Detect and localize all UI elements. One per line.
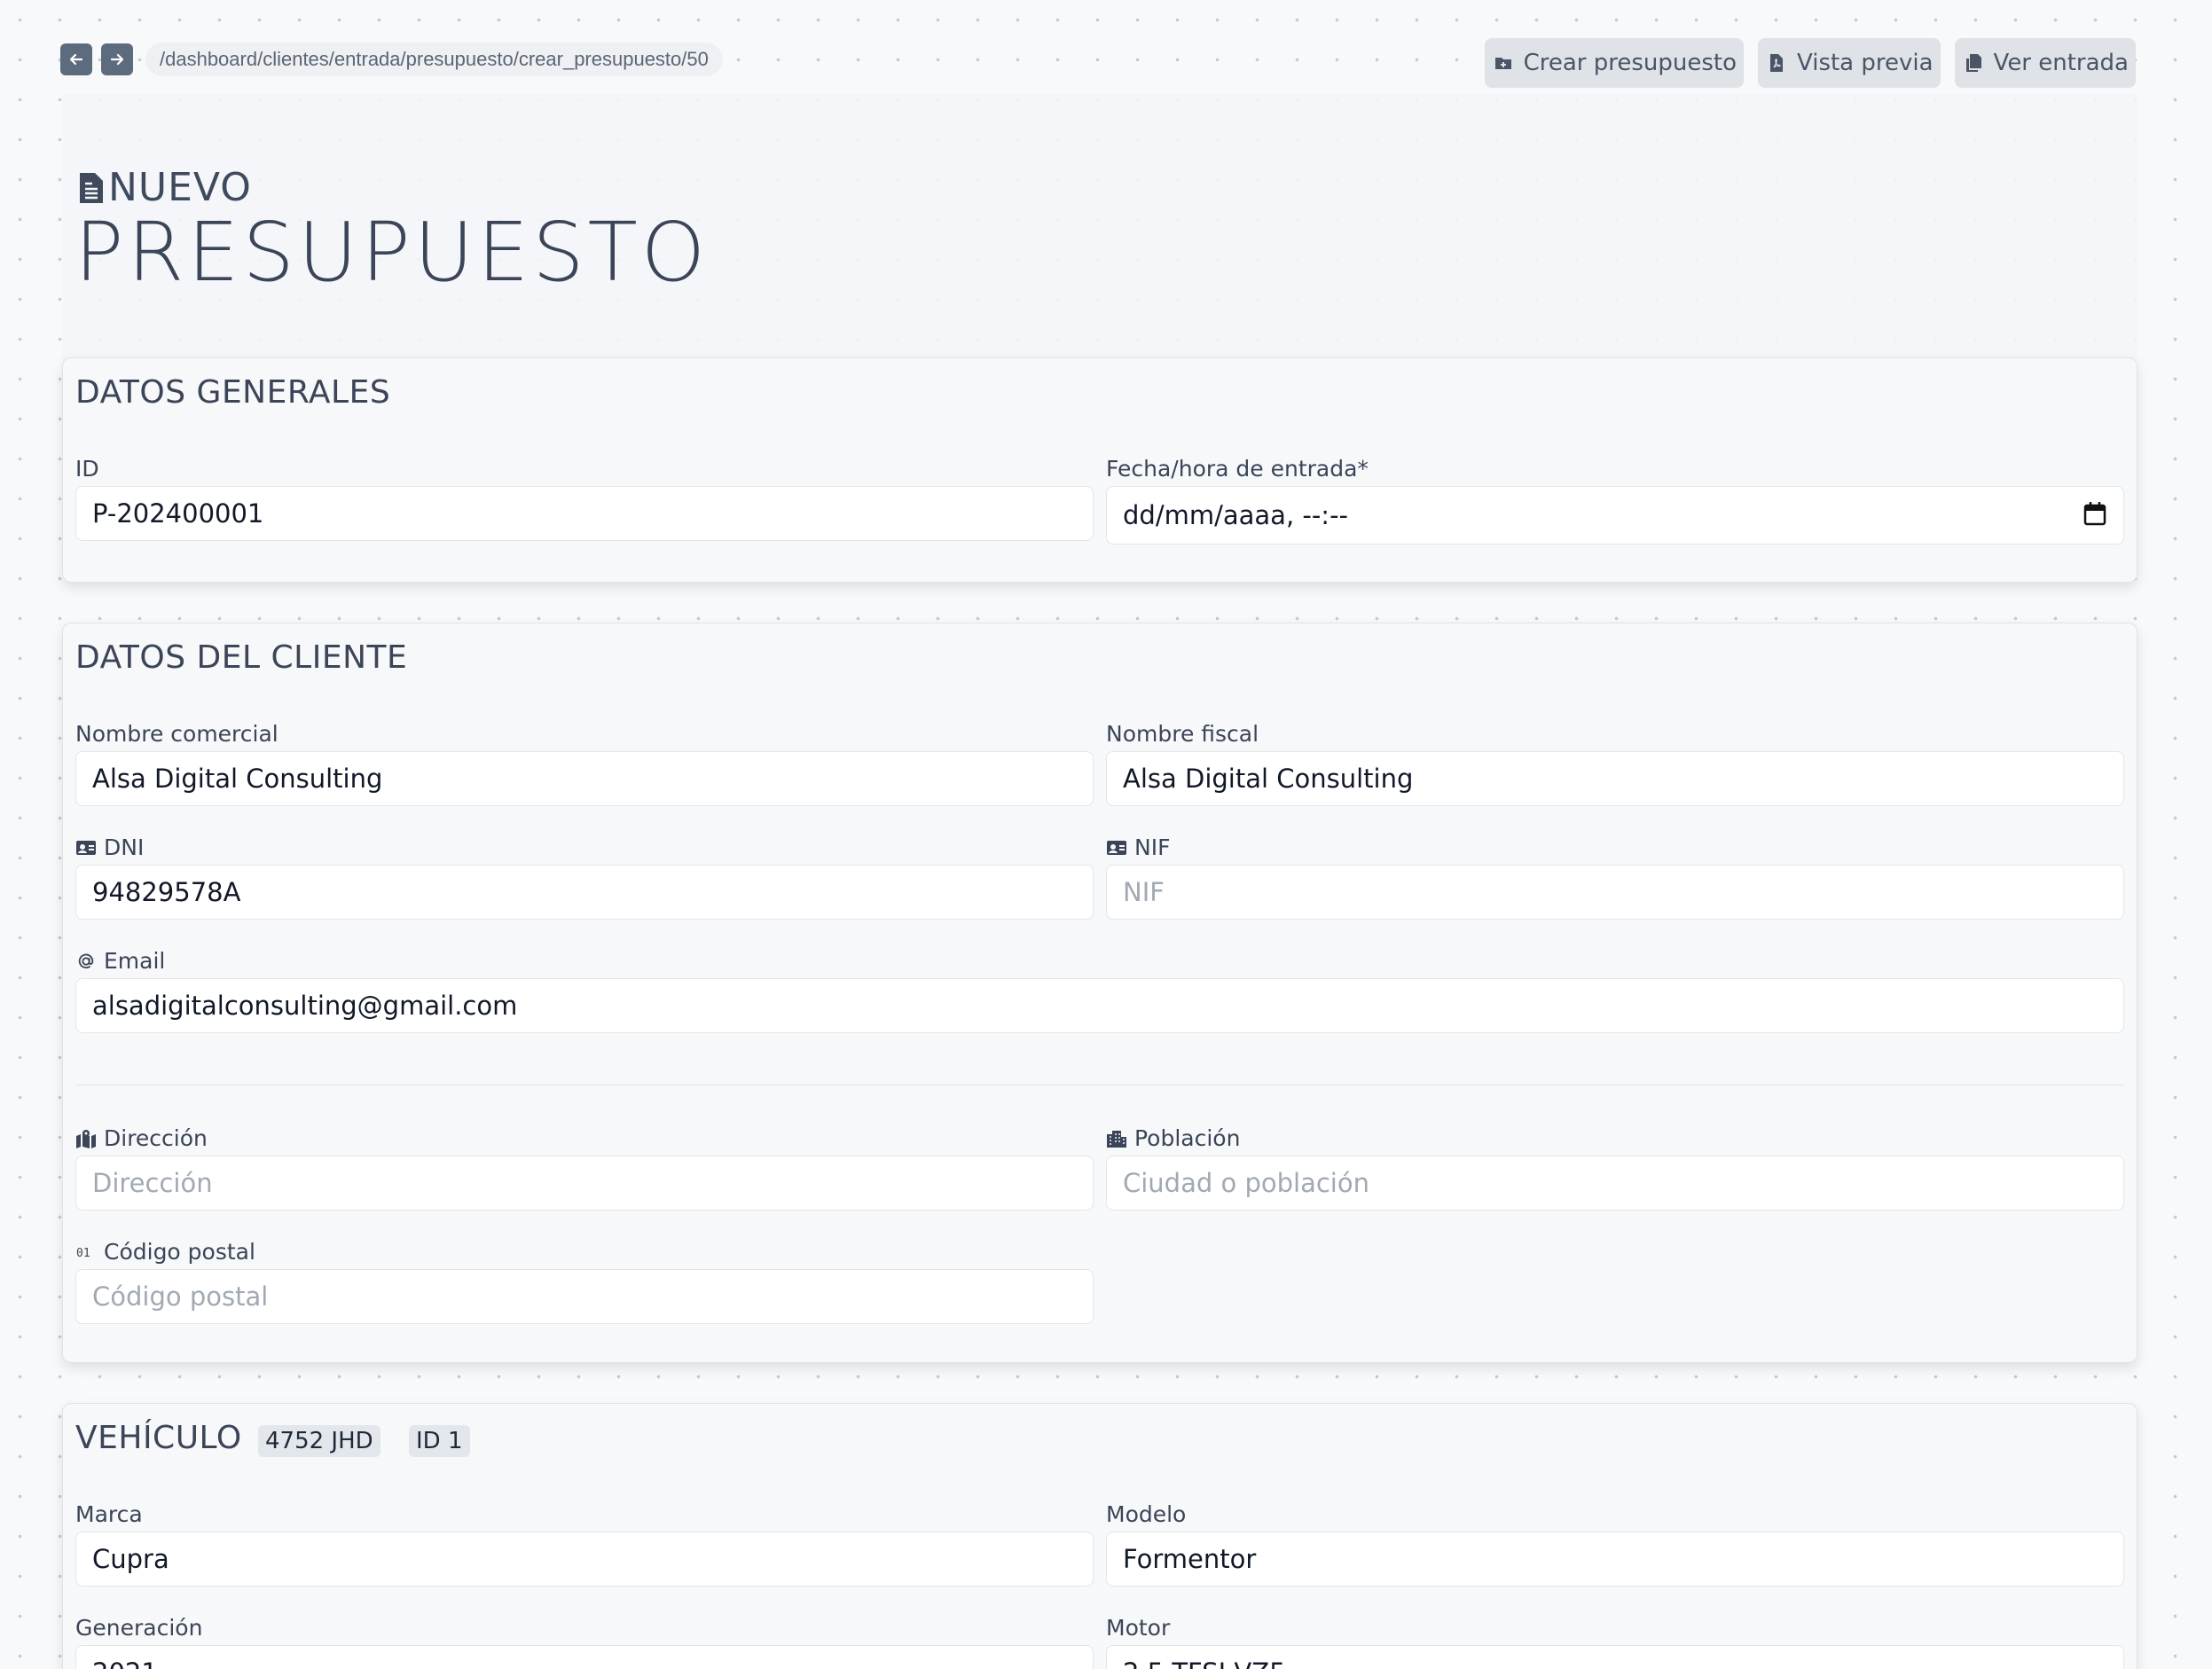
vehicle-card: VEHÍCULO 4752 JHD ID 1 Marca Modelo Gene…: [62, 1403, 2137, 1669]
vehicle-id-badge: ID 1: [409, 1425, 470, 1457]
generation-field[interactable]: [75, 1645, 1094, 1669]
fiscal-name-label: Nombre fiscal: [1106, 721, 1259, 747]
create-budget-label: Crear presupuesto: [1523, 50, 1737, 76]
entry-date-wrapper: [1106, 486, 2124, 545]
city-label: Población: [1106, 1125, 1240, 1151]
entry-date-label: Fecha/hora de entrada*: [1106, 456, 1369, 482]
top-bar: /dashboard/clientes/entrada/presupuesto/…: [60, 38, 2136, 94]
dni-label: DNI: [75, 834, 144, 860]
id-card-icon: [76, 840, 96, 855]
back-button[interactable]: [60, 43, 92, 75]
postal-code-label-text: Código postal: [104, 1239, 255, 1265]
view-entry-button[interactable]: Ver entrada: [1954, 38, 2136, 88]
commercial-name-label: Nombre comercial: [75, 721, 278, 747]
nif-label: NIF: [1106, 834, 1170, 860]
create-budget-button[interactable]: Crear presupuesto: [1484, 38, 1744, 88]
id-field[interactable]: [75, 486, 1094, 541]
brand-field[interactable]: [75, 1532, 1094, 1587]
brand-label: Marca: [75, 1501, 143, 1527]
calendar-icon[interactable]: [2083, 501, 2106, 526]
commercial-name-field[interactable]: [75, 751, 1094, 806]
model-label: Modelo: [1106, 1501, 1187, 1527]
email-field[interactable]: [75, 978, 2124, 1033]
folder-plus-icon: [1494, 58, 1511, 69]
dni-field[interactable]: [75, 865, 1094, 920]
entry-date-field[interactable]: [1106, 486, 2124, 545]
postal-code-label: 01 Código postal: [75, 1239, 255, 1265]
view-entry-label: Ver entrada: [1993, 50, 2129, 76]
email-label-text: Email: [104, 948, 166, 974]
nif-label-text: NIF: [1134, 834, 1171, 860]
preview-button[interactable]: Vista previa: [1758, 38, 1941, 88]
client-data-card: DATOS DEL CLIENTE Nombre comercial Nombr…: [62, 623, 2137, 1363]
engine-field[interactable]: [1106, 1645, 2124, 1669]
map-location-icon: [76, 1129, 96, 1148]
city-label-text: Población: [1134, 1125, 1241, 1151]
address-label: Dirección: [75, 1125, 208, 1151]
id-card-icon: [1107, 840, 1126, 855]
at-icon: [78, 953, 94, 968]
address-field[interactable]: [75, 1156, 1094, 1211]
nif-field[interactable]: [1106, 865, 2124, 920]
general-data-card: DATOS GENERALES ID Fecha/hora de entrada…: [62, 357, 2137, 583]
plate-badge: 4752 JHD: [258, 1425, 380, 1457]
email-label: Email: [75, 948, 165, 974]
general-data-title: DATOS GENERALES: [75, 374, 391, 411]
city-field[interactable]: [1106, 1156, 2124, 1211]
generation-label: Generación: [75, 1615, 203, 1641]
forward-button[interactable]: [101, 43, 133, 75]
model-field[interactable]: [1106, 1532, 2124, 1587]
postal-code-field[interactable]: [75, 1269, 1094, 1324]
action-buttons: Crear presupuesto Vista previa Ver entra…: [1484, 38, 2136, 88]
svg-text:01: 01: [76, 1247, 90, 1260]
file-text-icon: [80, 172, 103, 203]
url-breadcrumb: /dashboard/clientes/entrada/presupuesto/…: [145, 43, 723, 76]
preview-label: Vista previa: [1797, 50, 1934, 76]
arrow-left-icon: [69, 53, 83, 66]
copy-icon: [1965, 54, 1981, 72]
file-pdf-icon: [1770, 54, 1783, 72]
address-label-text: Dirección: [104, 1125, 208, 1151]
numeric-icon: 01: [76, 1247, 90, 1260]
engine-label: Motor: [1106, 1615, 1171, 1641]
city-icon: [1107, 1130, 1126, 1148]
arrow-right-icon: [110, 53, 124, 66]
page-title: PRESUPUESTO: [75, 205, 710, 300]
dni-label-text: DNI: [104, 834, 145, 860]
fiscal-name-field[interactable]: [1106, 751, 2124, 806]
id-label: ID: [75, 456, 99, 482]
vehicle-title: VEHÍCULO: [75, 1420, 242, 1456]
client-data-title: DATOS DEL CLIENTE: [75, 639, 408, 676]
